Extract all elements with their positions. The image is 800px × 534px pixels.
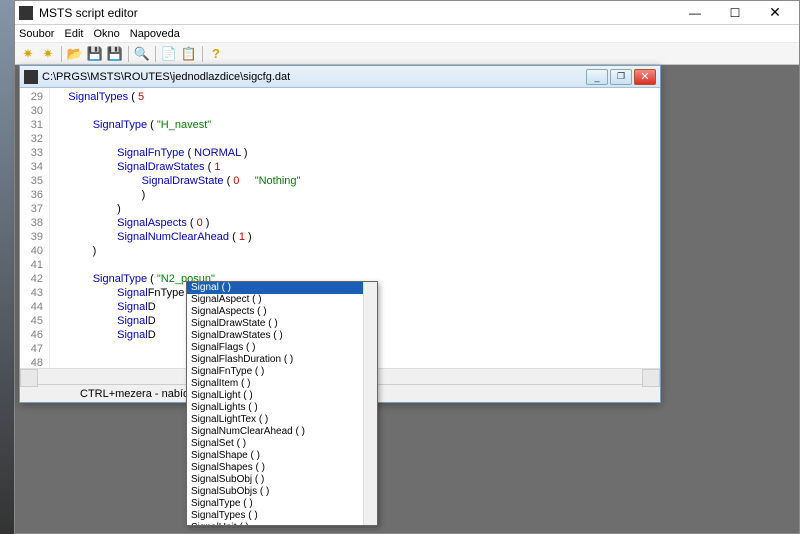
editor-window-controls: _ ❐ ✕ — [586, 69, 656, 85]
save-icon[interactable]: 💾 — [86, 45, 104, 63]
line-gutter: 2930313233343536373839404142434445464748… — [20, 88, 50, 368]
new-wizard-icon[interactable]: ✷ — [39, 45, 57, 63]
autocomplete-item[interactable]: Signal ( ) — [187, 282, 363, 294]
autocomplete-item[interactable]: SignalAspects ( ) — [187, 306, 363, 318]
autocomplete-item[interactable]: SignalSubObjs ( ) — [187, 486, 363, 498]
line-number: 36 — [20, 188, 43, 202]
autocomplete-item[interactable]: SignalType ( ) — [187, 498, 363, 510]
code-line[interactable] — [56, 258, 660, 272]
line-number: 48 — [20, 356, 43, 368]
line-number: 38 — [20, 216, 43, 230]
code-line[interactable]: SignalTypes ( 5 — [56, 90, 660, 104]
editor-minimize-button[interactable]: _ — [586, 69, 608, 85]
line-number: 33 — [20, 146, 43, 160]
close-button[interactable]: ✕ — [755, 3, 795, 23]
code-line[interactable]: SignalAspects ( 0 ) — [56, 216, 660, 230]
mdi-area: C:\PRGS\MSTS\ROUTES\jednodlazdice\sigcfg… — [15, 65, 799, 533]
copy-icon[interactable]: 📄 — [160, 45, 178, 63]
code-line[interactable]: SignalNumClearAhead ( 1 ) — [56, 230, 660, 244]
paste-icon[interactable]: 📋 — [180, 45, 198, 63]
autocomplete-item[interactable]: SignalNumClearAhead ( ) — [187, 426, 363, 438]
code-line[interactable]: SignalDrawStates ( 1 — [56, 160, 660, 174]
autocomplete-item[interactable]: SignalTypes ( ) — [187, 510, 363, 522]
line-number: 34 — [20, 160, 43, 174]
line-number: 47 — [20, 342, 43, 356]
autocomplete-item[interactable]: SignalSet ( ) — [187, 438, 363, 450]
status-text: CTRL+mezera - nabídne — [80, 388, 201, 400]
autocomplete-item[interactable]: SignalItem ( ) — [187, 378, 363, 390]
toolbar-sep — [202, 46, 203, 62]
code-line[interactable]: ) — [56, 188, 660, 202]
menu-soubor[interactable]: Soubor — [19, 28, 54, 40]
help-icon[interactable]: ? — [207, 45, 225, 63]
toolbar-sep — [155, 46, 156, 62]
main-window: MSTS script editor — ☐ ✕ Soubor Edit Okn… — [14, 0, 800, 534]
toolbar-sep — [61, 46, 62, 62]
autocomplete-item[interactable]: SignalShape ( ) — [187, 450, 363, 462]
menu-napoveda[interactable]: Napoveda — [130, 28, 180, 40]
autocomplete-item[interactable]: SignalFnType ( ) — [187, 366, 363, 378]
line-number: 44 — [20, 300, 43, 314]
menu-edit[interactable]: Edit — [64, 28, 83, 40]
line-number: 37 — [20, 202, 43, 216]
autocomplete-popup[interactable]: Signal ( )SignalAspect ( )SignalAspects … — [186, 281, 378, 526]
minimize-button[interactable]: — — [675, 3, 715, 23]
autocomplete-item[interactable]: SignalShapes ( ) — [187, 462, 363, 474]
desktop-strip — [0, 0, 14, 534]
search-icon[interactable]: 🔍 — [133, 45, 151, 63]
menu-okno[interactable]: Okno — [93, 28, 119, 40]
line-number: 41 — [20, 258, 43, 272]
code-line[interactable]: SignalFnType ( NORMAL ) — [56, 146, 660, 160]
autocomplete-item[interactable]: SignalDrawStates ( ) — [187, 330, 363, 342]
code-line[interactable]: SignalDrawState ( 0 "Nothing" — [56, 174, 660, 188]
open-icon[interactable]: 📂 — [66, 45, 84, 63]
save-all-icon[interactable]: 💾 — [106, 45, 124, 63]
line-number: 32 — [20, 132, 43, 146]
line-number: 29 — [20, 90, 43, 104]
line-number: 31 — [20, 118, 43, 132]
autocomplete-item[interactable]: SignalFlags ( ) — [187, 342, 363, 354]
code-line[interactable] — [56, 132, 660, 146]
line-number: 42 — [20, 272, 43, 286]
titlebar: MSTS script editor — ☐ ✕ — [15, 1, 799, 25]
autocomplete-item[interactable]: SignalLights ( ) — [187, 402, 363, 414]
editor-titlebar: C:\PRGS\MSTS\ROUTES\jednodlazdice\sigcfg… — [20, 66, 660, 88]
autocomplete-item[interactable]: SignalSubObj ( ) — [187, 474, 363, 486]
line-number: 39 — [20, 230, 43, 244]
toolbar: ✷ ✷ 📂 💾 💾 🔍 📄 📋 ? — [15, 43, 799, 65]
app-icon — [19, 6, 33, 20]
autocomplete-scrollbar[interactable] — [363, 282, 377, 525]
code-line[interactable] — [56, 104, 660, 118]
line-number: 35 — [20, 174, 43, 188]
autocomplete-item[interactable]: SignalLight ( ) — [187, 390, 363, 402]
file-icon — [24, 70, 38, 84]
code-line[interactable]: SignalType ( "H_navest" — [56, 118, 660, 132]
line-number: 43 — [20, 286, 43, 300]
autocomplete-item[interactable]: SignalLightTex ( ) — [187, 414, 363, 426]
line-number: 30 — [20, 104, 43, 118]
autocomplete-list[interactable]: Signal ( )SignalAspect ( )SignalAspects … — [187, 282, 363, 525]
editor-maximize-button[interactable]: ❐ — [610, 69, 632, 85]
autocomplete-item[interactable]: SignalFlashDuration ( ) — [187, 354, 363, 366]
autocomplete-item[interactable]: SignalUnit ( ) — [187, 522, 363, 525]
window-controls: — ☐ ✕ — [675, 3, 795, 23]
autocomplete-item[interactable]: SignalDrawState ( ) — [187, 318, 363, 330]
line-number: 40 — [20, 244, 43, 258]
autocomplete-item[interactable]: SignalAspect ( ) — [187, 294, 363, 306]
line-number: 45 — [20, 314, 43, 328]
code-line[interactable]: ) — [56, 202, 660, 216]
menubar: Soubor Edit Okno Napoveda — [15, 25, 799, 43]
line-number: 46 — [20, 328, 43, 342]
maximize-button[interactable]: ☐ — [715, 3, 755, 23]
window-title: MSTS script editor — [39, 6, 675, 20]
toolbar-sep — [128, 46, 129, 62]
code-line[interactable]: ) — [56, 244, 660, 258]
editor-close-button[interactable]: ✕ — [634, 69, 656, 85]
editor-title: C:\PRGS\MSTS\ROUTES\jednodlazdice\sigcfg… — [42, 71, 586, 83]
new-icon[interactable]: ✷ — [19, 45, 37, 63]
